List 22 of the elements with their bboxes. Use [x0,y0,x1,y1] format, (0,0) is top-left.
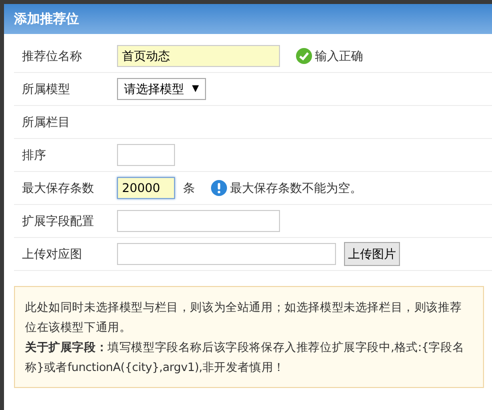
model-dropdown[interactable]: 请选择模型 ▼ [117,78,206,100]
note-text: 此处如同时未选择模型与栏目，则该为全站通用；如选择模型未选择栏目，则该推荐位在该模型下通用。 [25,299,463,336]
info-icon [211,180,227,196]
check-icon [296,48,312,64]
input-field[interactable] [117,144,175,166]
field-label: 上传对应图 [21,246,83,262]
input-field[interactable] [117,210,280,232]
upload-button[interactable]: 上传图片 [344,242,400,266]
validation-message: 输入正确 [315,48,363,64]
validation-message: 最大保存条数不能为空。 [230,180,362,196]
field-label: 所属模型 [21,80,71,98]
field-label: 推荐位名称 [21,48,83,64]
field-label: 所属栏目 [21,114,71,130]
field-label: 最大保存条数 [21,180,95,196]
dialog-title: 添加推荐位 [13,11,79,28]
input-field[interactable]: 20000 [117,177,175,199]
input-field[interactable] [117,243,336,265]
input-field[interactable]: 首页动态 [117,45,280,67]
field-label: 扩展字段配置 [21,212,95,230]
field-label: 排序 [21,146,47,164]
note-text: 关于扩展字段：填写模型字段名称后该字段将保存入推荐位扩展字段中,格式:{字段名称}或者functionA({city},argv1),非开发者慎用！ [25,339,466,376]
unit-text: 条 [183,180,195,196]
